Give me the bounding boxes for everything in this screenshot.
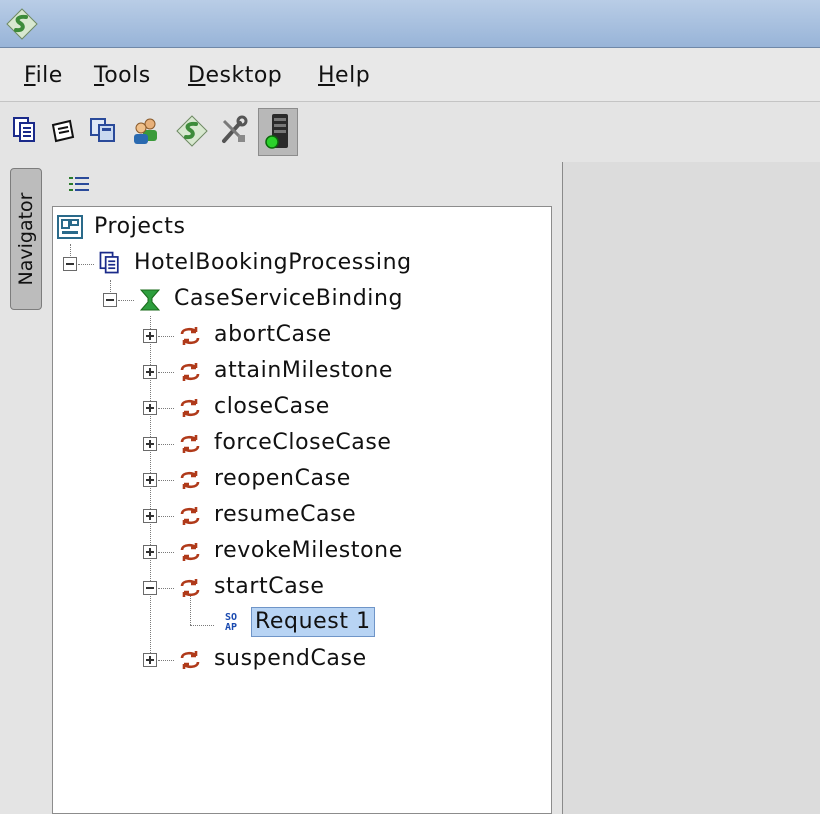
operation-icon: [178, 468, 202, 496]
navigator-tree: Projects HotelBookingProcessing CaseServ…: [52, 206, 552, 814]
tree-connector: [118, 300, 134, 301]
menu-desktop[interactable]: Desktop: [188, 63, 282, 88]
binding-icon: [139, 288, 161, 316]
operation-icon: [178, 396, 202, 424]
tree-label: Request 1: [251, 607, 375, 637]
tree-connector: [158, 336, 174, 337]
expand-toggle[interactable]: [143, 509, 157, 523]
menu-tools-mnemonic: T: [94, 63, 105, 88]
tree-label: reopenCase: [214, 466, 351, 491]
open-icon: [51, 119, 75, 143]
menu-help-label: elp: [335, 63, 371, 88]
tree-label: closeCase: [214, 394, 330, 419]
tree-label: forceCloseCase: [214, 430, 392, 455]
tree-label: revokeMilestone: [214, 538, 403, 563]
operation-icon: [178, 576, 202, 604]
tree-connector: [158, 588, 174, 589]
server-monitor-icon: [265, 114, 288, 149]
operation-icon: [178, 324, 202, 352]
project-icon: [13, 117, 35, 142]
menu-help-mnemonic: H: [318, 63, 336, 88]
collapse-toggle[interactable]: [143, 581, 157, 595]
open-button[interactable]: [48, 115, 82, 151]
tree-label: startCase: [214, 574, 325, 599]
copy-button[interactable]: [88, 115, 122, 151]
tree-label: Projects: [94, 214, 186, 239]
tree-label: CaseServiceBinding: [174, 286, 404, 311]
expand-toggle[interactable]: [143, 365, 157, 379]
new-project-button[interactable]: [10, 115, 44, 151]
navigator-tab-label: Navigator: [15, 192, 37, 286]
navigator-panel-toolbar: [52, 162, 552, 206]
navigator-tab[interactable]: Navigator: [10, 168, 42, 310]
tree-label: abortCase: [214, 322, 332, 347]
tree-connector: [190, 625, 214, 626]
project-icon: [97, 250, 123, 280]
tools-button[interactable]: [218, 115, 252, 151]
projects-folder-icon: [57, 215, 83, 243]
operation-icon: [178, 432, 202, 460]
expand-toggle[interactable]: [143, 473, 157, 487]
collapse-toggle[interactable]: [103, 293, 117, 307]
menu-desktop-label: esktop: [205, 63, 283, 88]
operation-icon: [178, 504, 202, 532]
menu-file[interactable]: File: [24, 63, 63, 88]
tree-connector: [158, 660, 174, 661]
operation-icon: [178, 648, 202, 676]
tree-label: attainMilestone: [214, 358, 394, 383]
menu-desktop-mnemonic: D: [188, 63, 206, 88]
app-logo-icon: [176, 115, 208, 147]
soap-request-icon: SO AP: [224, 612, 238, 633]
menu-file-label: ile: [35, 63, 63, 88]
tree-connector: [158, 480, 174, 481]
tree-connector: [158, 372, 174, 373]
users-button[interactable]: [130, 115, 164, 151]
menu-bar: File Tools Desktop Help: [0, 48, 820, 102]
tree-label: HotelBookingProcessing: [134, 250, 412, 275]
expand-toggle[interactable]: [143, 401, 157, 415]
menu-tools[interactable]: Tools: [94, 63, 151, 88]
server-monitor-button[interactable]: [258, 108, 298, 156]
expand-toggle[interactable]: [143, 437, 157, 451]
app-logo-button[interactable]: [176, 115, 210, 151]
tree-options-icon[interactable]: [68, 174, 92, 198]
tree-connector: [158, 408, 174, 409]
tree-connector: [78, 264, 94, 265]
expand-toggle[interactable]: [143, 545, 157, 559]
expand-toggle[interactable]: [143, 329, 157, 343]
users-icon: [134, 118, 157, 144]
menu-help[interactable]: Help: [318, 63, 370, 88]
operation-icon: [178, 360, 202, 388]
editor-pane: [562, 162, 820, 814]
menu-file-mnemonic: F: [24, 63, 36, 88]
tree-connector: [158, 444, 174, 445]
tree-label: resumeCase: [214, 502, 357, 527]
main-toolbar: [0, 103, 820, 161]
tree-connector: [158, 552, 174, 553]
app-logo-icon[interactable]: [6, 8, 38, 44]
pane-splitter[interactable]: [552, 162, 562, 814]
operation-icon: [178, 540, 202, 568]
expand-toggle[interactable]: [143, 653, 157, 667]
tools-icon: [222, 115, 248, 143]
tree-label: suspendCase: [214, 646, 367, 671]
menu-tools-label: ools: [104, 63, 151, 88]
copy-icon: [90, 118, 115, 142]
title-bar: [0, 0, 820, 48]
collapse-toggle[interactable]: [63, 257, 77, 271]
tree-connector: [158, 516, 174, 517]
